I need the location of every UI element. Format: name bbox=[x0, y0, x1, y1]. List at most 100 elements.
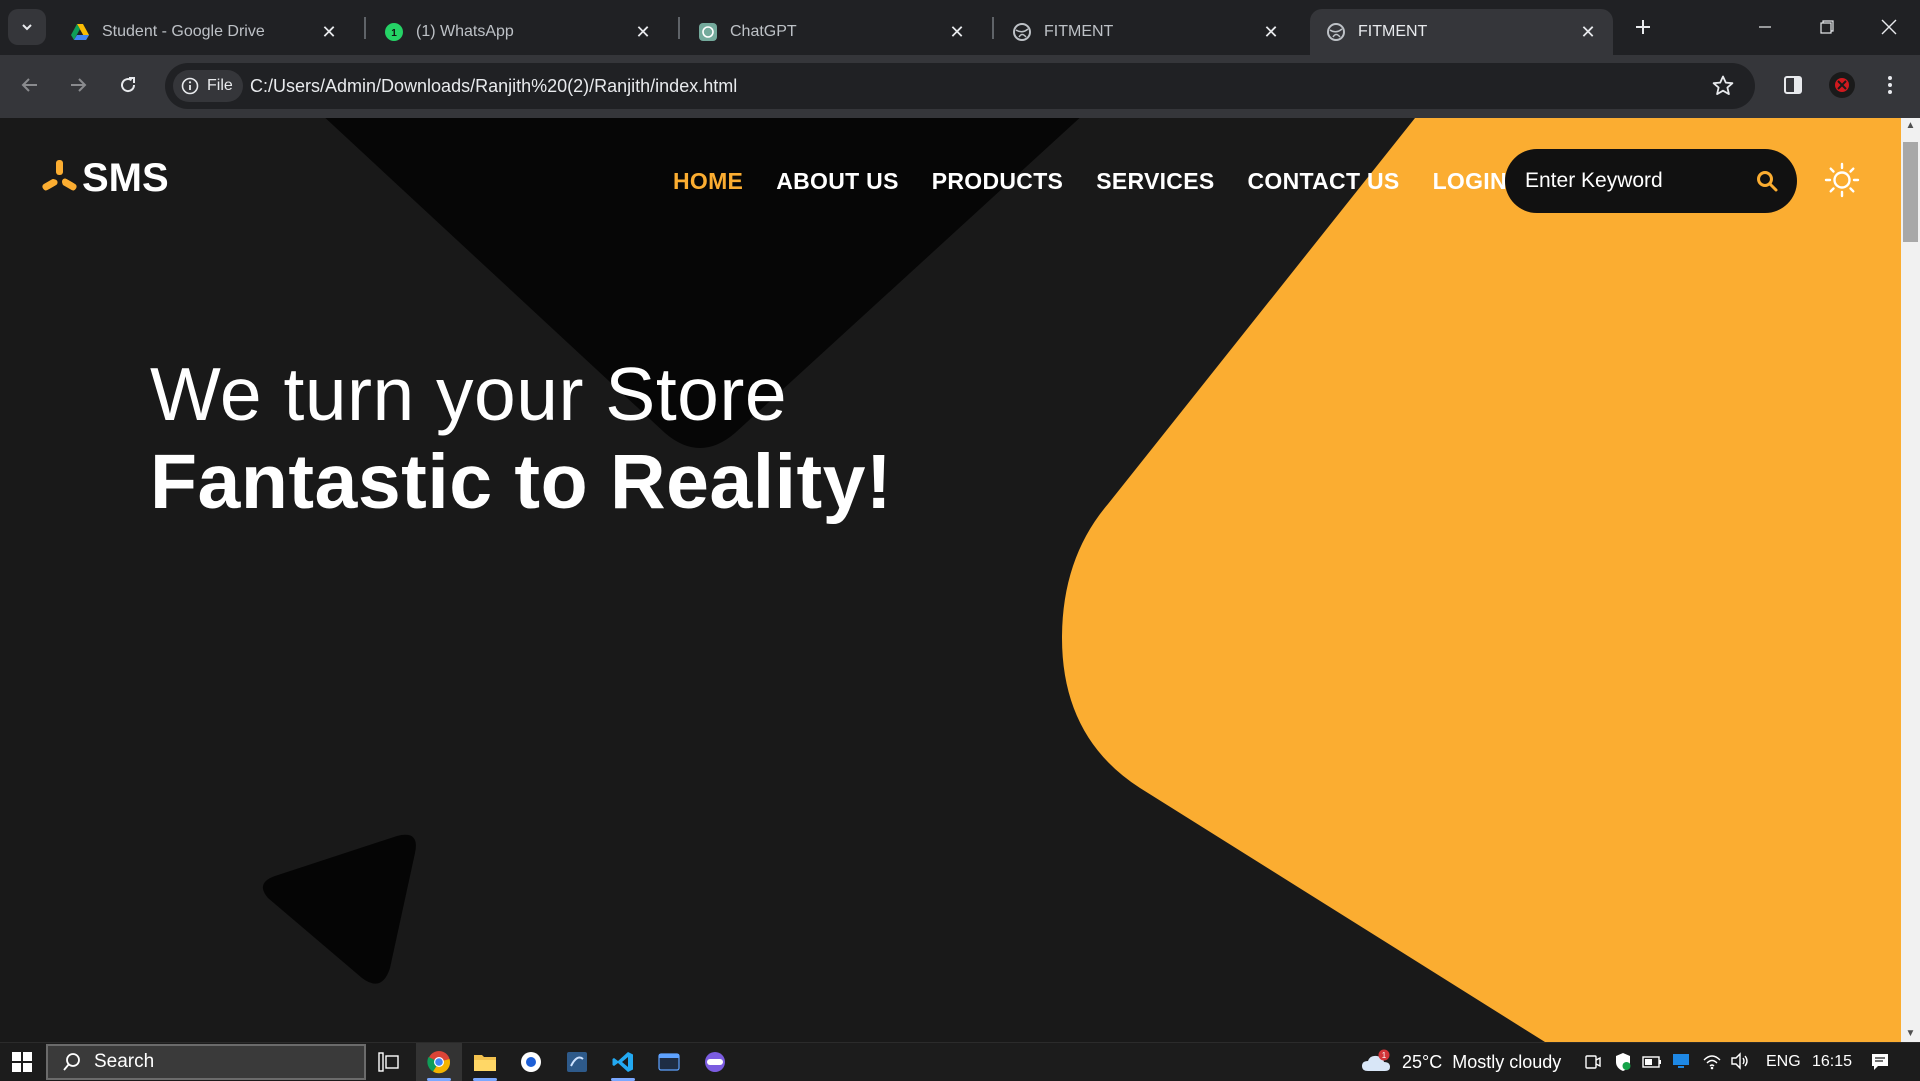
task-view-icon bbox=[378, 1052, 399, 1072]
tab-separator bbox=[678, 17, 680, 39]
chatgpt-icon bbox=[699, 23, 717, 41]
keyword-search-box bbox=[1505, 149, 1797, 213]
info-icon bbox=[181, 77, 199, 95]
scrollbar-thumb[interactable] bbox=[1903, 142, 1918, 242]
tab-title: FITMENT bbox=[1358, 23, 1428, 40]
weather-temp: 25°C bbox=[1402, 1051, 1443, 1072]
search-icon[interactable] bbox=[1755, 169, 1779, 193]
nav-login[interactable]: LOGIN bbox=[1433, 168, 1507, 195]
notification-icon[interactable] bbox=[1870, 1052, 1890, 1072]
reload-icon bbox=[121, 77, 136, 93]
tab-title: FITMENT bbox=[1044, 23, 1114, 40]
restore-button[interactable] bbox=[1796, 0, 1858, 54]
url-text[interactable]: C:/Users/Admin/Downloads/Ranjith%20(2)/R… bbox=[250, 76, 737, 97]
app-circle-icon bbox=[521, 1052, 541, 1072]
display-icon[interactable] bbox=[1672, 1052, 1690, 1070]
theme-toggle-sun-icon[interactable] bbox=[1824, 162, 1860, 198]
battery-icon[interactable] bbox=[1642, 1055, 1662, 1069]
task-view-button[interactable] bbox=[366, 1043, 412, 1081]
meet-now-icon[interactable] bbox=[1584, 1052, 1602, 1072]
nav-home[interactable]: HOME bbox=[673, 168, 743, 195]
nav-services[interactable]: SERVICES bbox=[1096, 168, 1214, 195]
tab-google-drive[interactable]: Student - Google Drive ✕ bbox=[54, 9, 354, 55]
taskbar-file-explorer[interactable] bbox=[462, 1043, 508, 1081]
tab-whatsapp[interactable]: 1 (1) WhatsApp ✕ bbox=[368, 9, 668, 55]
page-scrollbar[interactable]: ▲ ▼ bbox=[1901, 118, 1920, 1042]
close-window-button[interactable] bbox=[1858, 0, 1920, 54]
tab-chatgpt[interactable]: ChatGPT ✕ bbox=[682, 9, 982, 55]
app-pill-icon bbox=[705, 1052, 725, 1072]
close-tab-icon[interactable]: ✕ bbox=[318, 21, 340, 43]
forward-button[interactable] bbox=[60, 67, 96, 103]
minimize-icon bbox=[1759, 26, 1771, 28]
chrome-icon bbox=[427, 1051, 451, 1074]
windows-taskbar: Search 1 25°C Mostly cloudy ENG 16:15 bbox=[0, 1042, 1920, 1081]
volume-icon[interactable] bbox=[1730, 1052, 1750, 1070]
search-input[interactable] bbox=[1525, 169, 1745, 193]
main-nav: HOME ABOUT US PRODUCTS SERVICES CONTACT … bbox=[673, 168, 1540, 195]
wifi-icon[interactable] bbox=[1702, 1052, 1722, 1070]
taskbar-chrome[interactable] bbox=[416, 1043, 462, 1081]
nav-contact-us[interactable]: CONTACT US bbox=[1248, 168, 1400, 195]
minimize-button[interactable] bbox=[1734, 0, 1796, 54]
close-tab-icon[interactable]: ✕ bbox=[632, 21, 654, 43]
taskbar-search-label: Search bbox=[94, 1051, 155, 1072]
folder-icon bbox=[474, 1055, 496, 1071]
start-button[interactable] bbox=[0, 1043, 44, 1081]
web-page: SMS HOME ABOUT US PRODUCTS SERVICES CONT… bbox=[0, 118, 1901, 1042]
accent-shape bbox=[1062, 118, 1901, 1042]
close-tab-icon[interactable]: ✕ bbox=[946, 21, 968, 43]
close-tab-icon[interactable]: ✕ bbox=[1260, 21, 1282, 43]
taskbar-search-box[interactable]: Search bbox=[46, 1044, 366, 1080]
arrow-left-icon bbox=[21, 78, 37, 92]
close-tab-icon[interactable]: ✕ bbox=[1577, 21, 1599, 43]
windows-logo-icon bbox=[12, 1052, 32, 1072]
terminal-icon bbox=[658, 1053, 680, 1071]
tab-title: Student - Google Drive bbox=[102, 23, 265, 40]
more-vert-icon bbox=[1888, 76, 1892, 94]
tab-strip: Student - Google Drive ✕ 1 (1) WhatsApp … bbox=[0, 0, 1920, 55]
taskbar-terminal[interactable] bbox=[646, 1043, 692, 1081]
profile-avatar[interactable] bbox=[1824, 67, 1860, 103]
hero-heading: We turn your Store Fantastic to Reality! bbox=[150, 350, 892, 526]
site-info-label: File bbox=[207, 77, 233, 94]
avatar bbox=[1829, 72, 1855, 98]
taskbar-vscode[interactable] bbox=[600, 1043, 646, 1081]
taskbar-app-circle[interactable] bbox=[508, 1043, 554, 1081]
logo-text: SMS bbox=[82, 156, 169, 200]
nav-about-us[interactable]: ABOUT US bbox=[776, 168, 899, 195]
bookmark-star-icon[interactable] bbox=[1711, 74, 1735, 98]
globe-icon bbox=[1013, 23, 1031, 41]
language-indicator[interactable]: ENG bbox=[1766, 1043, 1801, 1081]
tab-search-button[interactable] bbox=[8, 9, 46, 45]
scroll-up-arrow-icon[interactable]: ▲ bbox=[1901, 118, 1920, 134]
reload-button[interactable] bbox=[110, 67, 146, 103]
side-panel-button[interactable] bbox=[1775, 67, 1811, 103]
security-shield-icon[interactable] bbox=[1614, 1052, 1632, 1072]
tab-fitment[interactable]: FITMENT ✕ bbox=[996, 9, 1296, 55]
scroll-down-arrow-icon[interactable]: ▼ bbox=[1901, 1026, 1920, 1042]
weather-cloud-icon[interactable]: 1 bbox=[1360, 1049, 1392, 1075]
site-info-chip[interactable]: File bbox=[173, 70, 243, 102]
weather-text: Mostly cloudy bbox=[1452, 1051, 1562, 1072]
hero-line-2: Fantastic to Reality! bbox=[150, 439, 893, 525]
taskbar-app-pill[interactable] bbox=[692, 1043, 738, 1081]
logo-spark-icon bbox=[42, 159, 77, 190]
back-button[interactable] bbox=[12, 67, 48, 103]
site-logo[interactable]: SMS bbox=[42, 156, 169, 201]
plus-icon bbox=[1636, 20, 1650, 34]
tab-separator bbox=[364, 17, 366, 39]
weather-badge: 1 bbox=[1382, 1051, 1387, 1060]
google-drive-icon bbox=[71, 24, 89, 40]
browser-menu-button[interactable] bbox=[1872, 67, 1908, 103]
clock[interactable]: 16:15 bbox=[1812, 1043, 1852, 1081]
tab-fitment-active[interactable]: FITMENT ✕ bbox=[1310, 9, 1613, 55]
address-bar[interactable]: File C:/Users/Admin/Downloads/Ranjith%20… bbox=[165, 63, 1755, 109]
tab-title: (1) WhatsApp bbox=[416, 23, 514, 40]
hero-line-1: We turn your Store bbox=[150, 352, 788, 436]
weather-widget[interactable]: 25°C Mostly cloudy bbox=[1402, 1043, 1561, 1081]
new-tab-button[interactable] bbox=[1628, 12, 1658, 42]
taskbar-sql-app[interactable] bbox=[554, 1043, 600, 1081]
nav-products[interactable]: PRODUCTS bbox=[932, 168, 1063, 195]
tab-separator bbox=[992, 17, 994, 39]
